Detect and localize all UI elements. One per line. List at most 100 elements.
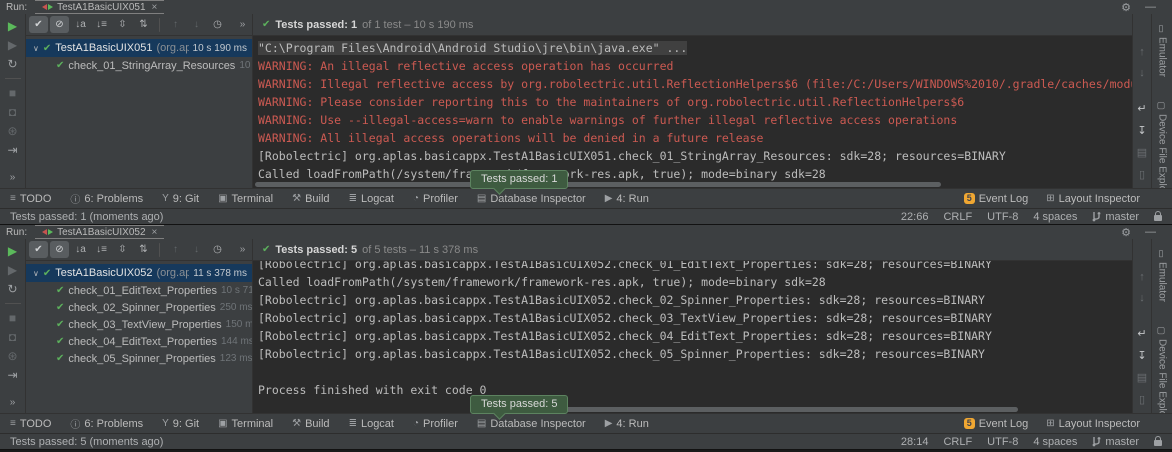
scroll-up-icon[interactable]: ↑ — [1139, 271, 1145, 283]
rerun-failed-tests-icon[interactable]: ▶ — [4, 263, 22, 277]
dock-logcat[interactable]: ≣ Logcat — [349, 416, 394, 431]
close-tab-icon[interactable]: × — [152, 2, 158, 13]
scroll-to-end-icon[interactable]: ↧ — [1137, 124, 1146, 137]
attach-debugger-icon[interactable]: ⊛ — [4, 124, 22, 138]
clear-console-icon[interactable]: ▯ — [1139, 168, 1145, 181]
clear-console-icon[interactable]: ▯ — [1139, 393, 1145, 406]
dock-git[interactable]: Y 9: Git — [162, 191, 199, 206]
soft-wrap-icon[interactable]: ↵ — [1137, 102, 1146, 115]
stop-icon[interactable]: ■ — [4, 311, 22, 325]
dock-database-inspector[interactable]: ▤ Database Inspector — [477, 191, 586, 206]
test-history-icon[interactable]: ◷ — [208, 241, 227, 258]
screenshot-icon[interactable]: ◘ — [4, 330, 22, 344]
dock-profiler[interactable]: ◔ Profiler — [413, 191, 458, 206]
next-failed-test-icon[interactable]: ↓ — [187, 16, 206, 33]
chevron-down-icon[interactable]: ∨ — [33, 269, 39, 278]
dock-build[interactable]: ⚒ Build — [292, 191, 329, 206]
separator[interactable] — [159, 18, 160, 32]
dock-run[interactable]: ▶ 4: Run — [605, 191, 649, 206]
file-encoding[interactable]: UTF-8 — [987, 436, 1018, 448]
run-tab[interactable]: TestA1BasicUIX051 × — [35, 0, 164, 14]
dock-database-inspector[interactable]: ▤ Database Inspector — [477, 416, 586, 431]
expand-all-icon[interactable]: ⇳ — [113, 241, 132, 258]
stripe-emulator[interactable]: ▯ Emulator — [1157, 24, 1168, 77]
scroll-down-icon[interactable]: ↓ — [1139, 67, 1145, 79]
previous-failed-test-icon[interactable]: ↑ — [166, 241, 185, 258]
show-ignored-icon[interactable]: ⊘ — [50, 16, 69, 33]
dock-git[interactable]: Y 9: Git — [162, 416, 199, 431]
layout-inspector-button[interactable]: ⊞ Layout Inspector — [1046, 193, 1140, 205]
caret-position[interactable]: 22:66 — [901, 211, 929, 223]
sort-by-duration-icon[interactable]: ↓≡ — [92, 241, 111, 258]
soft-wrap-icon[interactable]: ↵ — [1137, 327, 1146, 340]
next-failed-test-icon[interactable]: ↓ — [187, 241, 206, 258]
file-encoding[interactable]: UTF-8 — [987, 211, 1018, 223]
test-tree-item[interactable]: ✔ check_02_Spinner_Properties 250 ms — [26, 299, 252, 316]
test-tree-root[interactable]: ∨ ✔ TestA1BasicUIX052 (org.aplas.basica … — [26, 264, 252, 282]
console-output[interactable]: [Robolectric] org.aplas.basicappx.TestA1… — [253, 261, 1132, 413]
dock-problems[interactable]: ⓘ 6: Problems — [70, 416, 143, 431]
dock-todo[interactable]: ≡ TODO — [10, 191, 51, 206]
line-separator[interactable]: CRLF — [943, 436, 972, 448]
lock-icon[interactable] — [1154, 215, 1162, 221]
lock-icon[interactable] — [1154, 440, 1162, 446]
stop-icon[interactable]: ■ — [4, 86, 22, 100]
test-tree-item[interactable]: ✔ check_01_StringArray_Resources 10 s 19… — [26, 57, 252, 74]
test-tree-item[interactable]: ✔ check_03_TextView_Properties 150 ms — [26, 316, 252, 333]
separator[interactable] — [159, 243, 160, 257]
hide-tool-window-icon[interactable]: — — [1145, 1, 1156, 13]
rerun-tests-icon[interactable]: ▶ — [4, 19, 22, 33]
sort-by-duration-icon[interactable]: ↓≡ — [92, 16, 111, 33]
rerun-tests-icon[interactable]: ▶ — [4, 244, 22, 258]
collapse-all-icon[interactable]: ⇅ — [134, 16, 153, 33]
horizontal-scrollbar[interactable] — [561, 407, 1018, 412]
screenshot-icon[interactable]: ◘ — [4, 105, 22, 119]
hide-tool-window-icon[interactable]: — — [1145, 226, 1156, 238]
dock-terminal[interactable]: ▣ Terminal — [218, 191, 273, 206]
line-separator[interactable]: CRLF — [943, 211, 972, 223]
show-passed-icon[interactable]: ✔ — [29, 16, 48, 33]
dock-run[interactable]: ▶ 4: Run — [605, 416, 649, 431]
scroll-up-icon[interactable]: ↑ — [1139, 46, 1145, 58]
dock-terminal[interactable]: ▣ Terminal — [218, 416, 273, 431]
chevron-down-icon[interactable]: ∨ — [33, 44, 39, 53]
dump-threads-icon[interactable]: ⇥ — [4, 143, 22, 157]
toggle-auto-test-icon[interactable]: ↻ — [4, 57, 22, 71]
sort-alphabetically-icon[interactable]: ↓a — [71, 241, 90, 258]
more-icon[interactable]: » — [233, 241, 252, 258]
settings-gear-icon[interactable]: ⚙ — [1121, 1, 1131, 14]
console-output[interactable]: "C:\Program Files\Android\Android Studio… — [253, 36, 1132, 188]
dock-build[interactable]: ⚒ Build — [292, 416, 329, 431]
dock-problems[interactable]: ⓘ 6: Problems — [70, 191, 143, 206]
sort-alphabetically-icon[interactable]: ↓a — [71, 16, 90, 33]
settings-gear-icon[interactable]: ⚙ — [1121, 226, 1131, 239]
dock-todo[interactable]: ≡ TODO — [10, 416, 51, 431]
expand-all-icon[interactable]: ⇳ — [113, 16, 132, 33]
more-icon[interactable]: » — [233, 16, 252, 33]
attach-debugger-icon[interactable]: ⊛ — [4, 349, 22, 363]
test-tree-item[interactable]: ✔ check_01_EditText_Properties 10 s 711 … — [26, 282, 252, 299]
indent-setting[interactable]: 4 spaces — [1033, 436, 1077, 448]
dock-logcat[interactable]: ≣ Logcat — [349, 191, 394, 206]
rerun-failed-tests-icon[interactable]: ▶ — [4, 38, 22, 52]
run-tab[interactable]: TestA1BasicUIX052 × — [35, 225, 164, 239]
show-ignored-icon[interactable]: ⊘ — [50, 241, 69, 258]
layout-inspector-button[interactable]: ⊞ Layout Inspector — [1046, 418, 1140, 430]
more-options-icon[interactable]: » — [4, 396, 22, 410]
scroll-to-end-icon[interactable]: ↧ — [1137, 349, 1146, 362]
event-log-button[interactable]: 5 Event Log — [964, 418, 1029, 430]
test-tree-item[interactable]: ✔ check_04_EditText_Properties 144 ms — [26, 333, 252, 350]
close-tab-icon[interactable]: × — [152, 227, 158, 238]
git-branch-widget[interactable]: master — [1092, 436, 1139, 448]
print-icon[interactable]: ▤ — [1137, 146, 1147, 159]
separator[interactable] — [5, 78, 21, 79]
separator[interactable] — [5, 303, 21, 304]
dump-threads-icon[interactable]: ⇥ — [4, 368, 22, 382]
indent-setting[interactable]: 4 spaces — [1033, 211, 1077, 223]
test-tree-item[interactable]: ✔ check_05_Spinner_Properties 123 ms — [26, 350, 252, 367]
test-history-icon[interactable]: ◷ — [208, 16, 227, 33]
more-options-icon[interactable]: » — [4, 171, 22, 185]
dock-profiler[interactable]: ◔ Profiler — [413, 416, 458, 431]
horizontal-scrollbar[interactable] — [255, 182, 941, 187]
collapse-all-icon[interactable]: ⇅ — [134, 241, 153, 258]
